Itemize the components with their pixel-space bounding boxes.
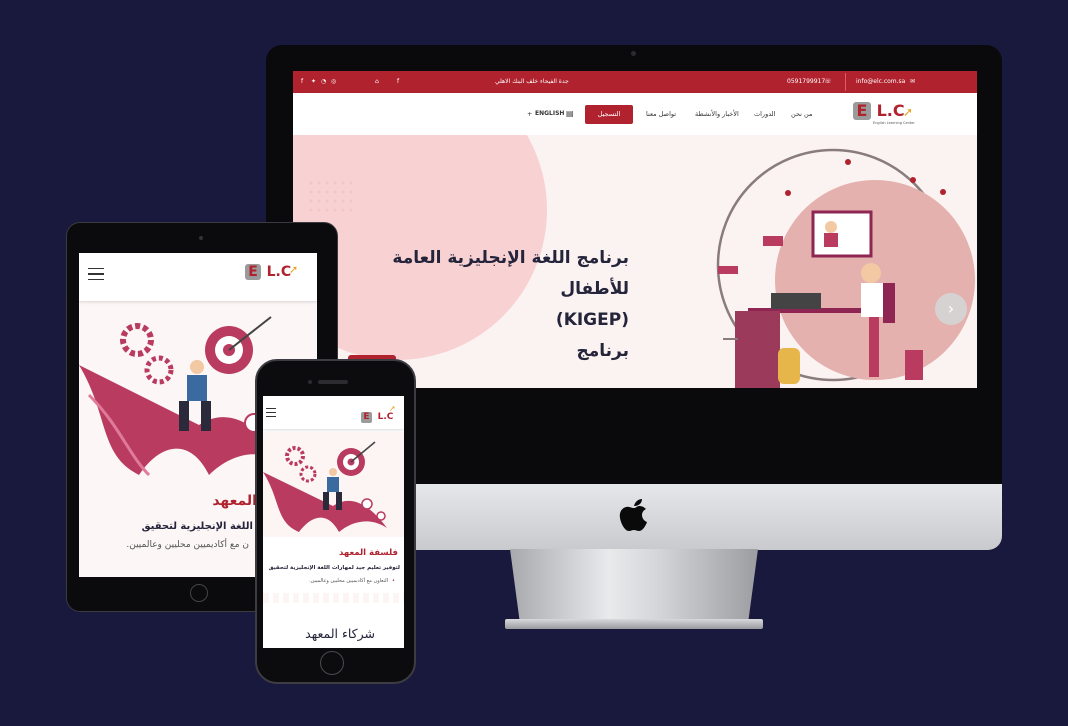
address-text: جدة الفيحاء خلف البنك الاهلي (495, 78, 569, 85)
phone-header: E L.C ➚ (263, 396, 404, 429)
imac-camera (631, 51, 636, 56)
tablet-header: E L.C ➚ (79, 253, 317, 301)
location-icon: ⌂ (375, 78, 379, 85)
signup-button[interactable]: التسجيل (585, 105, 633, 124)
nav-item-courses[interactable]: الدورات (754, 110, 775, 118)
hamburger-menu-icon[interactable] (88, 268, 104, 280)
nav-item-about[interactable]: من نحن (791, 110, 812, 118)
phone-camera (308, 380, 312, 384)
nav-item-contact[interactable]: تواصل معنا (646, 110, 676, 118)
phone-number[interactable]: 0591799917 (787, 78, 825, 85)
nav-item-news[interactable]: الأخبار والأنشطة (695, 110, 739, 118)
elc-logo[interactable]: E L.C ➚ (245, 261, 298, 280)
logo-arrow-icon: ➚ (903, 105, 914, 119)
phone-line1: لتوفير تعليم جيد لمهارات اللغة الإنجليزي… (268, 565, 400, 571)
mail-icon: ✉ (910, 78, 916, 85)
phone-illustration (263, 441, 387, 532)
slider-next-button[interactable]: › (935, 293, 967, 325)
tablet-camera (199, 236, 203, 240)
phone-screen: E L.C ➚ فلسفة المعهد لتوفير تعليم جيد لم… (263, 396, 404, 648)
phone-icon: ☏ (824, 78, 832, 85)
language-toggle[interactable]: + (527, 110, 532, 118)
desktop-navbar: E L.C English Learning Center ➚ من نحن ا… (293, 93, 977, 135)
email-address[interactable]: info@elc.com.sa (856, 78, 905, 85)
us-flag-icon: ▤ (566, 109, 574, 118)
phone-wave-divider (263, 593, 404, 603)
rss-icon[interactable]: ◔ (321, 78, 326, 85)
bullet-icon: • (392, 578, 395, 584)
imac-stand-foot (505, 619, 763, 629)
imac-stand-neck (510, 549, 758, 623)
hero-title: برنامج اللغة الإنجليزية العامة للأطفال (… (392, 248, 629, 361)
instagram-icon[interactable]: ◎ (331, 78, 336, 85)
elc-logo[interactable]: E L.C ➚ (361, 404, 396, 423)
logo-arrow-icon: ➚ (289, 263, 299, 276)
topbar-divider (845, 73, 846, 91)
facebook-icon[interactable]: f (301, 78, 303, 85)
phone-speaker (318, 380, 348, 384)
tablet-heading: المعهد (212, 493, 257, 509)
facebook-icon[interactable]: f (397, 78, 399, 85)
phone-bullet: التعاون مع أكاديميين محليين وعالميين. (309, 578, 388, 584)
language-selector[interactable]: ENGLISH (535, 110, 564, 117)
twitter-icon[interactable]: ✦ (311, 78, 316, 85)
phone-heading: فلسفة المعهد (338, 548, 398, 558)
tablet-home-button[interactable] (190, 584, 208, 602)
desktop-screen: f ✦ ◔ ◎ f ⌂ جدة الفيحاء خلف البنك الاهلي… (293, 71, 977, 388)
desktop-topbar: f ✦ ◔ ◎ f ⌂ جدة الفيحاء خلف البنك الاهلي… (293, 71, 977, 93)
phone-home-button[interactable] (320, 651, 344, 675)
tablet-line2: ن مع أكاديميين محليين وعالميين. (126, 540, 249, 550)
desktop-hero: برنامج اللغة الإنجليزية العامة للأطفال (… (293, 135, 977, 388)
logo-arrow-icon: ➚ (389, 404, 396, 413)
phone-partners-heading: شركاء المعهد (305, 626, 375, 641)
hamburger-menu-icon[interactable] (266, 408, 276, 417)
apple-logo-icon (619, 499, 647, 531)
elc-logo[interactable]: E L.C English Learning Center ➚ (853, 101, 915, 125)
